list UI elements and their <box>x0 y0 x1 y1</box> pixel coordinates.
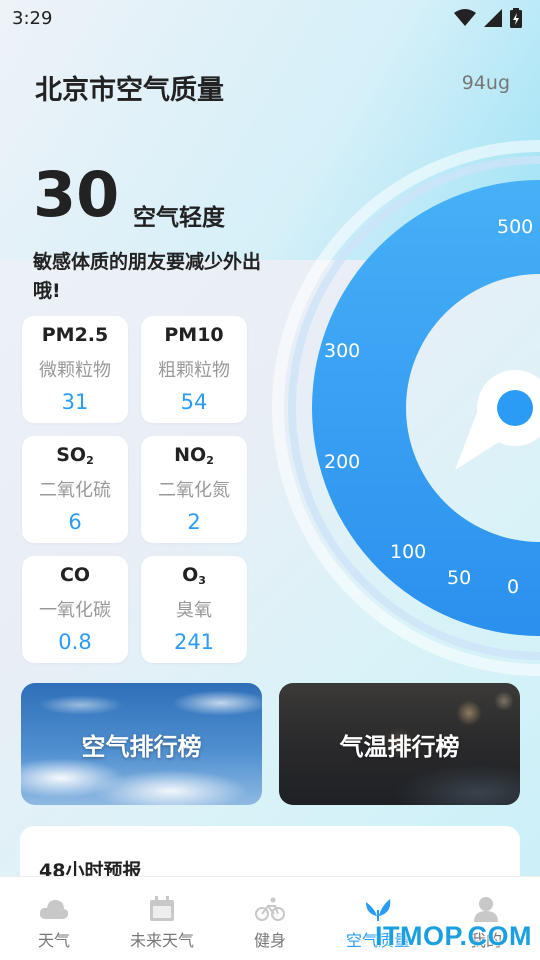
pollutant-name: PM2.5 <box>41 324 109 346</box>
pollutant-desc: 微颗粒物 <box>39 360 111 381</box>
signal-icon <box>484 9 502 27</box>
gauge-tick-label: 200 <box>324 451 360 473</box>
gauge-hub-dot <box>497 390 533 426</box>
temp-ranking-label: 气温排行榜 <box>339 732 460 761</box>
watermark-logo: ITMOP.COM <box>374 921 532 951</box>
pollutant-name: NO2 <box>174 444 214 467</box>
gauge-tick-label: 500 <box>497 216 533 238</box>
nav-label: 未来天气 <box>129 931 194 950</box>
battery-icon <box>510 8 522 28</box>
nav-label: 健身 <box>253 931 286 950</box>
pollutant-value: 241 <box>173 630 215 654</box>
status-bar: 3:29 <box>0 0 540 36</box>
gauge-arc <box>312 180 540 636</box>
header-value: 94ug <box>461 72 510 94</box>
pollutant-card-pm25[interactable]: PM2.5 微颗粒物 31 <box>22 316 128 423</box>
air-ranking-label: 空气排行榜 <box>81 732 202 761</box>
pollutant-name: SO2 <box>56 444 94 467</box>
aqi-number: 30 <box>33 158 120 231</box>
pollutant-card-no2[interactable]: NO2 二氧化氮 2 <box>141 436 247 543</box>
gauge-mid-ring <box>288 156 540 660</box>
pollutant-card-co[interactable]: CO 一氧化碳 0.8 <box>22 556 128 663</box>
status-time: 3:29 <box>12 7 53 29</box>
user-icon <box>471 895 501 923</box>
aqi-advice: 敏感体质的朋友要减少外出哦! <box>33 251 262 302</box>
page-title: 北京市空气质量 <box>35 75 224 106</box>
status-icons <box>454 8 522 28</box>
gauge-outer-ring <box>272 140 540 676</box>
gauge-tick-label: 0 <box>507 576 519 598</box>
pollutant-desc: 一氧化碳 <box>39 600 111 621</box>
nav-item-weather[interactable]: 天气 <box>0 877 108 960</box>
temp-ranking-banner[interactable]: 气温排行榜 <box>279 683 520 805</box>
pollutant-card-o3[interactable]: O3 臭氧 241 <box>141 556 247 663</box>
nav-label: 天气 <box>37 931 70 950</box>
pollutant-value: 31 <box>61 390 89 414</box>
air-ranking-banner[interactable]: 空气排行榜 <box>21 683 262 805</box>
leaf-icon <box>363 895 393 923</box>
gauge-tick-label: 100 <box>390 541 426 563</box>
gauge-pointer <box>455 394 518 470</box>
gauge-tick-label: 300 <box>324 340 360 362</box>
pollutant-desc: 粗颗粒物 <box>158 360 230 381</box>
pollutant-value: 54 <box>180 390 208 414</box>
pollutant-desc: 二氧化氮 <box>158 480 230 501</box>
nav-item-fitness[interactable]: 健身 <box>216 877 324 960</box>
gauge-hub <box>477 370 540 446</box>
cloud-icon <box>39 895 69 923</box>
calendar-icon <box>147 895 177 923</box>
pollutant-desc: 臭氧 <box>176 600 212 621</box>
pollutant-name: PM10 <box>164 324 224 346</box>
pollutant-card-so2[interactable]: SO2 二氧化硫 6 <box>22 436 128 543</box>
bicycle-icon <box>255 895 285 923</box>
pollutant-name: CO <box>59 564 91 586</box>
aqi-level: 空气轻度 <box>133 205 225 231</box>
wifi-icon <box>454 9 476 26</box>
pollutant-name: O3 <box>182 564 206 587</box>
pollutant-card-pm10[interactable]: PM10 粗颗粒物 54 <box>141 316 247 423</box>
gauge-tick-label: 50 <box>447 567 471 589</box>
pollutant-value: 0.8 <box>58 630 92 654</box>
pollutant-value: 6 <box>68 510 82 534</box>
pollutant-value: 2 <box>187 510 201 534</box>
pollutant-desc: 二氧化硫 <box>39 480 111 501</box>
nav-item-future-weather[interactable]: 未来天气 <box>108 877 216 960</box>
